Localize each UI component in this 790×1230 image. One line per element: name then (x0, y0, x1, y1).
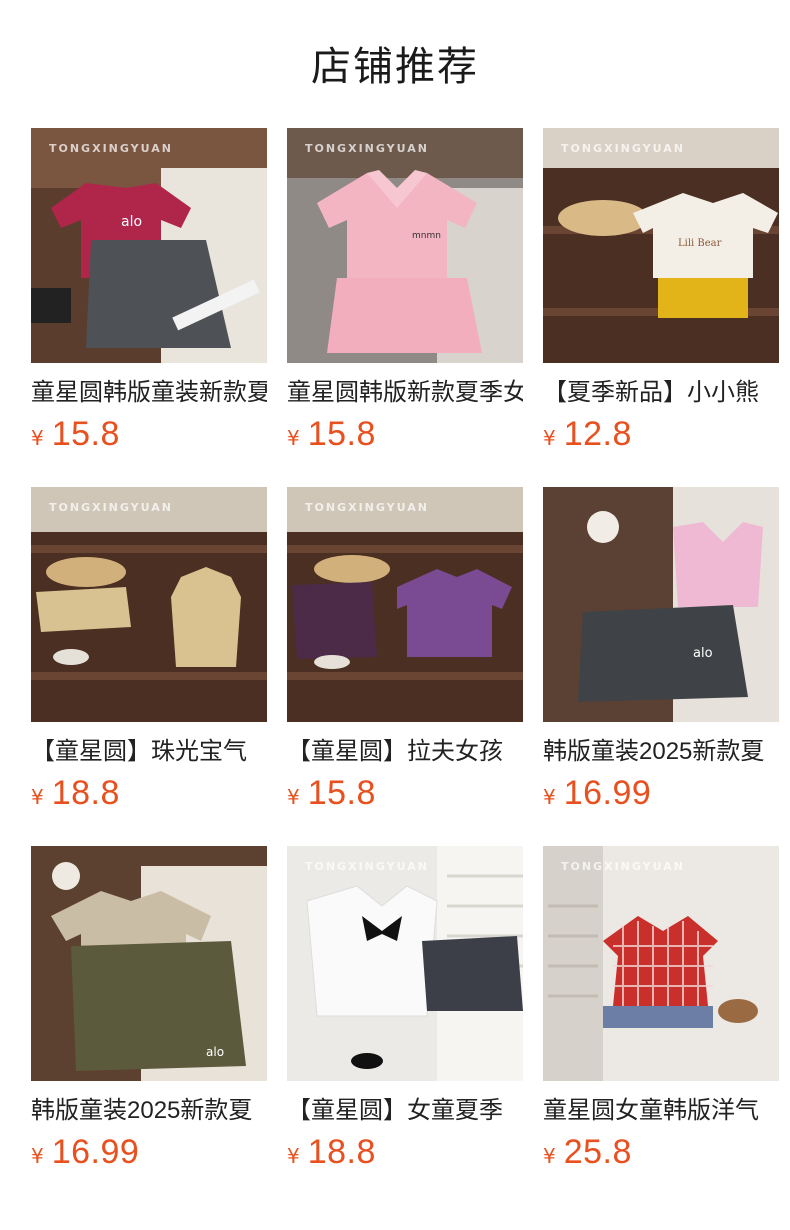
product-title[interactable]: 【童星圆】拉夫女孩 (287, 736, 523, 768)
product-card[interactable]: Lili Bear TONGXINGYUAN 【夏季新品】小小熊 ¥ 12.8 (543, 128, 779, 455)
page-title: 店铺推荐 (311, 45, 479, 89)
price-row: ¥ 15.8 (31, 415, 267, 455)
product-title[interactable]: 韩版童装2025新款夏 (31, 1095, 267, 1127)
currency-symbol: ¥ (31, 1144, 44, 1168)
product-image[interactable]: mnmn TONGXINGYUAN (287, 128, 523, 363)
product-title[interactable]: 童星圆韩版童装新款夏季 (31, 377, 267, 409)
watermark-text: TONGXINGYUAN (305, 142, 429, 155)
product-price: 25.8 (563, 1133, 632, 1171)
page-header: 店铺推荐 (0, 0, 790, 128)
product-card[interactable]: TONGXINGYUAN 【童星圆】拉夫女孩 ¥ 15.8 (287, 487, 523, 814)
product-title[interactable]: 童星圆韩版新款夏季女 (287, 377, 523, 409)
currency-symbol: ¥ (287, 426, 300, 450)
product-card[interactable]: mnmn TONGXINGYUAN 童星圆韩版新款夏季女 ¥ 15.8 (287, 128, 523, 455)
product-image[interactable]: TONGXINGYUAN (287, 487, 523, 722)
product-price: 15.8 (51, 415, 120, 453)
product-image[interactable]: TONGXINGYUAN (287, 846, 523, 1081)
product-image[interactable]: alo (31, 846, 267, 1081)
currency-symbol: ¥ (543, 1144, 556, 1168)
product-title[interactable]: 童星圆女童韩版洋气 (543, 1095, 779, 1127)
currency-symbol: ¥ (287, 785, 300, 809)
product-card[interactable]: alo 韩版童装2025新款夏 ¥ 16.99 (543, 487, 779, 814)
watermark-text: TONGXINGYUAN (305, 501, 429, 514)
product-title[interactable]: 【夏季新品】小小熊 (543, 377, 779, 409)
product-image[interactable]: TONGXINGYUAN (543, 846, 779, 1081)
price-row: ¥ 18.8 (31, 774, 267, 814)
svg-text:alo: alo (693, 646, 713, 661)
currency-symbol: ¥ (543, 785, 556, 809)
watermark-text: TONGXINGYUAN (49, 142, 173, 155)
product-image[interactable]: Lili Bear TONGXINGYUAN (543, 128, 779, 363)
price-row: ¥ 25.8 (543, 1133, 779, 1173)
product-price: 15.8 (307, 774, 376, 812)
product-price: 15.8 (307, 415, 376, 453)
price-row: ¥ 16.99 (543, 774, 779, 814)
product-price: 12.8 (563, 415, 632, 453)
svg-text:Lili Bear: Lili Bear (678, 238, 722, 249)
watermark-text: TONGXINGYUAN (305, 860, 429, 873)
watermark-text: TONGXINGYUAN (561, 860, 685, 873)
price-row: ¥ 16.99 (31, 1133, 267, 1173)
product-price: 18.8 (307, 1133, 376, 1171)
price-row: ¥ 18.8 (287, 1133, 523, 1173)
product-card[interactable]: TONGXINGYUAN 【童星圆】珠光宝气 ¥ 18.8 (31, 487, 267, 814)
currency-symbol: ¥ (287, 1144, 300, 1168)
svg-text:alo: alo (206, 1045, 224, 1059)
svg-text:alo: alo (121, 214, 142, 230)
currency-symbol: ¥ (31, 785, 44, 809)
product-price: 16.99 (51, 1133, 140, 1171)
product-title[interactable]: 【童星圆】珠光宝气 (31, 736, 267, 768)
svg-text:mnmn: mnmn (412, 231, 441, 241)
watermark-text: TONGXINGYUAN (49, 501, 173, 514)
product-card[interactable]: TONGXINGYUAN 童星圆女童韩版洋气 ¥ 25.8 (543, 846, 779, 1173)
product-title[interactable]: 【童星圆】女童夏季 (287, 1095, 523, 1127)
watermark-text: TONGXINGYUAN (561, 142, 685, 155)
product-image[interactable]: alo TONGXINGYUAN (31, 128, 267, 363)
product-price: 16.99 (563, 774, 652, 812)
price-row: ¥ 12.8 (543, 415, 779, 455)
currency-symbol: ¥ (543, 426, 556, 450)
product-card[interactable]: TONGXINGYUAN 【童星圆】女童夏季 ¥ 18.8 (287, 846, 523, 1173)
product-title[interactable]: 韩版童装2025新款夏 (543, 736, 779, 768)
product-card[interactable]: alo 韩版童装2025新款夏 ¥ 16.99 (31, 846, 267, 1173)
currency-symbol: ¥ (31, 426, 44, 450)
price-row: ¥ 15.8 (287, 774, 523, 814)
product-image[interactable]: TONGXINGYUAN (31, 487, 267, 722)
product-card[interactable]: alo TONGXINGYUAN 童星圆韩版童装新款夏季 ¥ 15.8 (31, 128, 267, 455)
price-row: ¥ 15.8 (287, 415, 523, 455)
product-price: 18.8 (51, 774, 120, 812)
product-image[interactable]: alo (543, 487, 779, 722)
product-grid: alo TONGXINGYUAN 童星圆韩版童装新款夏季 ¥ 15.8 mnmn (31, 128, 779, 1173)
